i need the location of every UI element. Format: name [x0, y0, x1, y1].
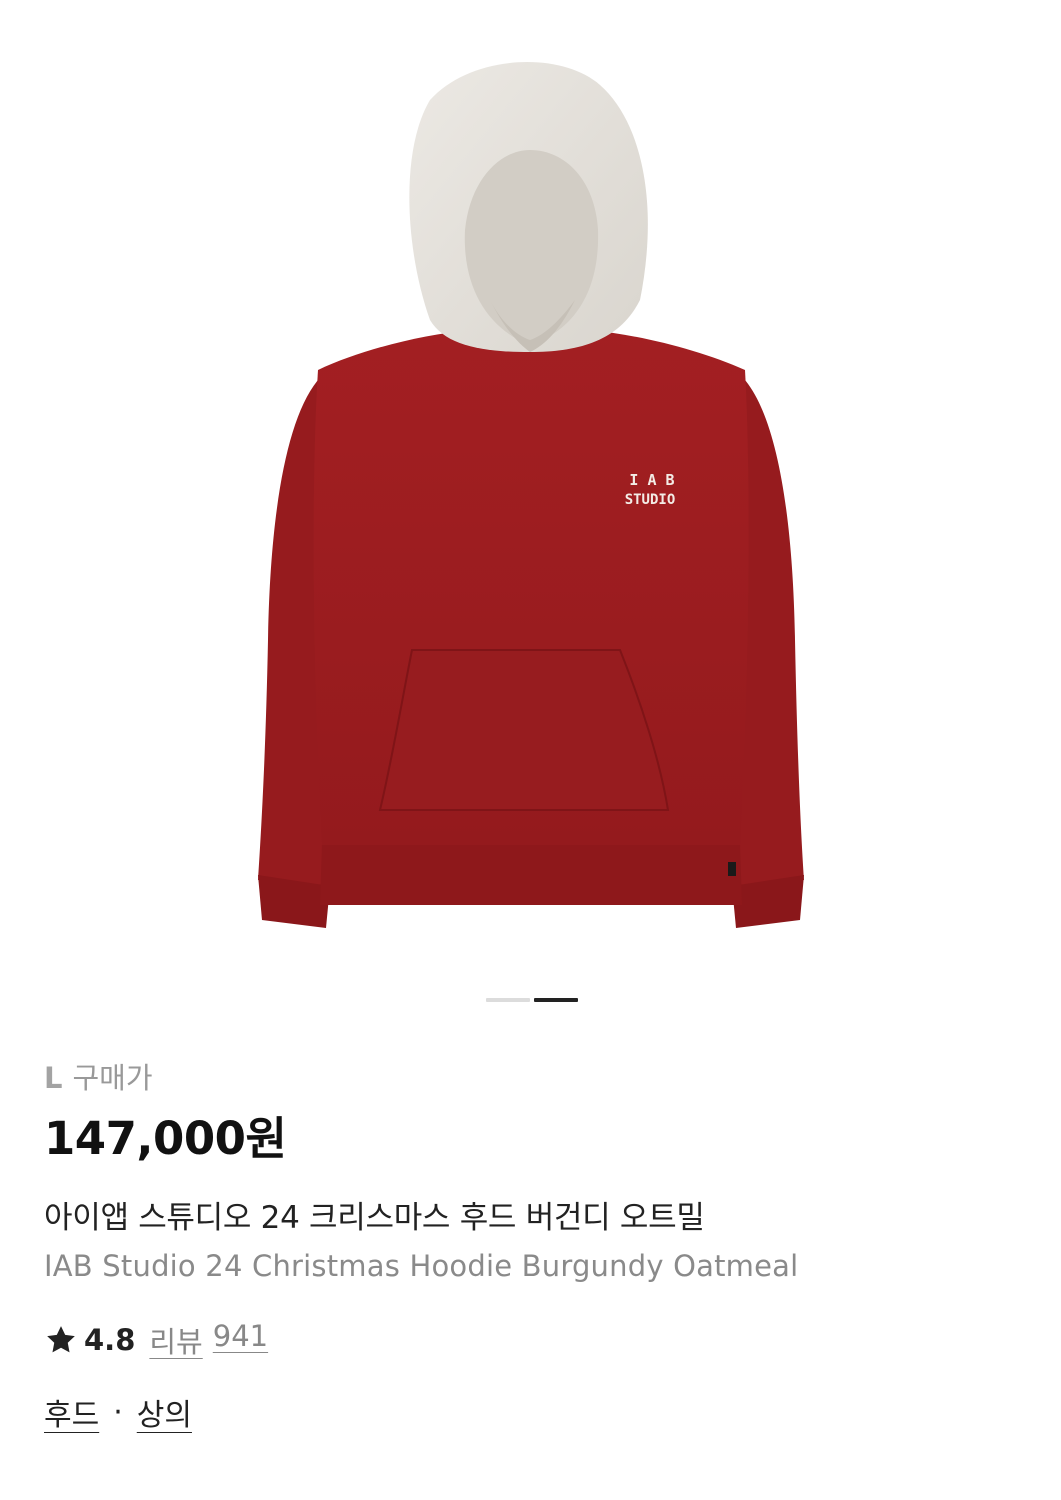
rating-score: 4.8 [84, 1323, 136, 1357]
review-count: 941 [212, 1319, 269, 1353]
product-price: 147,000원 [44, 1112, 287, 1165]
logo-text-line2: STUDIO [625, 492, 676, 508]
carousel-dot-2-active[interactable] [534, 998, 578, 1002]
carousel-dot-1[interactable] [486, 998, 530, 1002]
carousel-indicator[interactable] [486, 998, 578, 1002]
price-type-label: 구매가 [72, 1061, 153, 1095]
star-icon [47, 1326, 75, 1353]
rating-row: 4.8 리뷰 941 [44, 1319, 1034, 1361]
category-link-tops[interactable]: 상의 [137, 1390, 192, 1434]
product-title-english: IAB Studio 24 Christmas Hoodie Burgundy … [44, 1249, 799, 1283]
product-title-korean: 아이앱 스튜디오 24 크리스마스 후드 버건디 오트밀 [44, 1200, 705, 1236]
product-info: L 구매가 147,000원 아이앱 스튜디오 24 크리스마스 후드 버건디 … [44, 1058, 1034, 1434]
category-separator: · [113, 1394, 123, 1430]
category-link-hoodie[interactable]: 후드 [44, 1390, 99, 1434]
size-label: L [44, 1061, 63, 1095]
price-label-row: L 구매가 [44, 1058, 1034, 1098]
review-link[interactable]: 리뷰 941 [149, 1319, 268, 1361]
review-label: 리뷰 [149, 1325, 203, 1359]
product-image: I A B STUDIO [258, 62, 804, 928]
product-image-carousel[interactable]: I A B STUDIO [0, 0, 1061, 980]
logo-text-line1: I A B [629, 471, 674, 489]
category-breadcrumb: 후드 · 상의 [44, 1390, 1034, 1434]
